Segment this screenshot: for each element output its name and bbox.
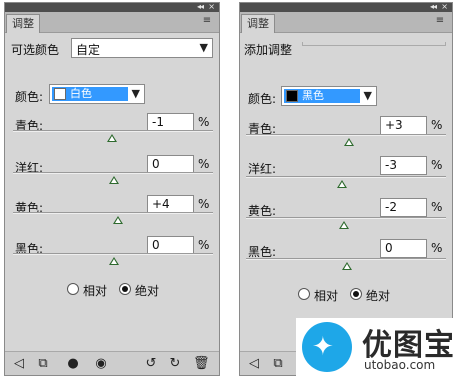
- tab-adjustments[interactable]: 调整: [241, 14, 275, 33]
- magenta-slider-thumb[interactable]: [337, 180, 347, 188]
- black-slider-thumb[interactable]: [109, 257, 119, 265]
- black-slider-thumb[interactable]: [342, 262, 352, 270]
- color-selection: 白色: [52, 87, 128, 101]
- absolute-radio[interactable]: [350, 288, 362, 300]
- preset-label: 可选颜色: [11, 43, 60, 57]
- absolute-label: 绝对: [135, 284, 160, 298]
- reset-icon[interactable]: ↺: [143, 356, 159, 372]
- cyan-slider-track[interactable]: [13, 130, 213, 132]
- color-swatch: [286, 90, 298, 102]
- magenta-unit: %: [431, 158, 443, 172]
- refresh-icon[interactable]: ↻: [167, 356, 183, 372]
- magenta-slider-track[interactable]: [246, 176, 446, 178]
- bird-icon: ✦: [312, 332, 334, 362]
- chevron-down-icon: ▼: [199, 41, 208, 54]
- collapse-icon[interactable]: ◂◂: [430, 2, 437, 11]
- fit-icon[interactable]: ⧉: [270, 356, 286, 372]
- relative-label: 相对: [314, 289, 339, 303]
- relative-radio[interactable]: [298, 288, 310, 300]
- watermark-site: utobao.com: [364, 358, 436, 372]
- absolute-radio[interactable]: [119, 283, 131, 295]
- magenta-unit: %: [198, 157, 210, 171]
- cyan-slider-thumb[interactable]: [344, 138, 354, 146]
- magenta-slider-track[interactable]: [13, 172, 213, 174]
- cyan-unit: %: [198, 115, 210, 129]
- magenta-label: 洋红:: [248, 162, 277, 176]
- close-icon[interactable]: ×: [208, 2, 215, 11]
- header-divider: [302, 42, 446, 46]
- cyan-slider-track[interactable]: [246, 134, 446, 136]
- watermark-logo: ✦ 优图宝 utobao.com: [296, 318, 456, 380]
- yellow-slider-track[interactable]: [13, 212, 213, 214]
- cyan-unit: %: [431, 118, 443, 132]
- cyan-slider-thumb[interactable]: [107, 134, 117, 142]
- black-slider-track[interactable]: [246, 258, 446, 260]
- fit-icon[interactable]: ⧉: [35, 356, 51, 372]
- color-value: 白色: [70, 87, 92, 100]
- color-dropdown[interactable]: 黑色 ▼: [281, 86, 377, 106]
- black-unit: %: [431, 241, 443, 255]
- black-unit: %: [198, 238, 210, 252]
- tab-row: 调整 ≡: [5, 12, 219, 33]
- magenta-slider-thumb[interactable]: [109, 176, 119, 184]
- panel-title-bar: ◂◂ ×: [240, 2, 452, 12]
- preset-value: 自定: [76, 43, 101, 57]
- eye-icon[interactable]: ◉: [93, 356, 109, 372]
- adjustments-panel-left: ◂◂ × 调整 ≡ 可选颜色 自定 ▼ 颜色: 白色 ▼ 青色: -1 % 洋红…: [4, 2, 220, 376]
- relative-label: 相对: [83, 284, 108, 298]
- cyan-input[interactable]: +3: [380, 116, 427, 135]
- close-icon[interactable]: ×: [441, 2, 448, 11]
- yellow-slider-thumb[interactable]: [113, 216, 123, 224]
- trash-icon[interactable]: 🗑: [193, 356, 210, 372]
- color-label: 颜色:: [248, 92, 277, 106]
- color-selection: 黑色: [284, 89, 360, 103]
- yellow-slider-track[interactable]: [246, 217, 446, 219]
- color-value: 黑色: [302, 89, 324, 102]
- black-slider-track[interactable]: [13, 253, 213, 255]
- color-label: 颜色:: [15, 90, 44, 104]
- yellow-input[interactable]: -2: [380, 198, 427, 217]
- color-dropdown[interactable]: 白色 ▼: [49, 84, 145, 104]
- yellow-unit: %: [198, 197, 210, 211]
- panel-bottom-toolbar: ◁ ⧉ ● ◉ ↺ ↻ 🗑: [5, 351, 219, 375]
- back-icon[interactable]: ◁: [11, 356, 27, 372]
- panel-menu-icon[interactable]: ≡: [434, 15, 446, 27]
- back-icon[interactable]: ◁: [246, 356, 262, 372]
- preset-dropdown[interactable]: 自定 ▼: [71, 38, 213, 58]
- yellow-unit: %: [431, 200, 443, 214]
- chevron-down-icon: ▼: [363, 89, 372, 102]
- panel-menu-icon[interactable]: ≡: [201, 15, 213, 27]
- yellow-slider-thumb[interactable]: [339, 221, 349, 229]
- tab-row: 调整 ≡: [240, 12, 452, 33]
- mask-icon[interactable]: ●: [65, 356, 81, 372]
- relative-radio[interactable]: [67, 283, 79, 295]
- add-adjustment-label: 添加调整: [244, 43, 293, 57]
- absolute-label: 绝对: [366, 289, 391, 303]
- color-swatch: [54, 88, 66, 100]
- collapse-icon[interactable]: ◂◂: [197, 2, 204, 11]
- magenta-input[interactable]: -3: [380, 156, 427, 175]
- black-input[interactable]: 0: [380, 239, 427, 258]
- panel-title-bar: ◂◂ ×: [5, 2, 219, 12]
- chevron-down-icon: ▼: [131, 87, 140, 100]
- tab-adjustments[interactable]: 调整: [6, 14, 40, 33]
